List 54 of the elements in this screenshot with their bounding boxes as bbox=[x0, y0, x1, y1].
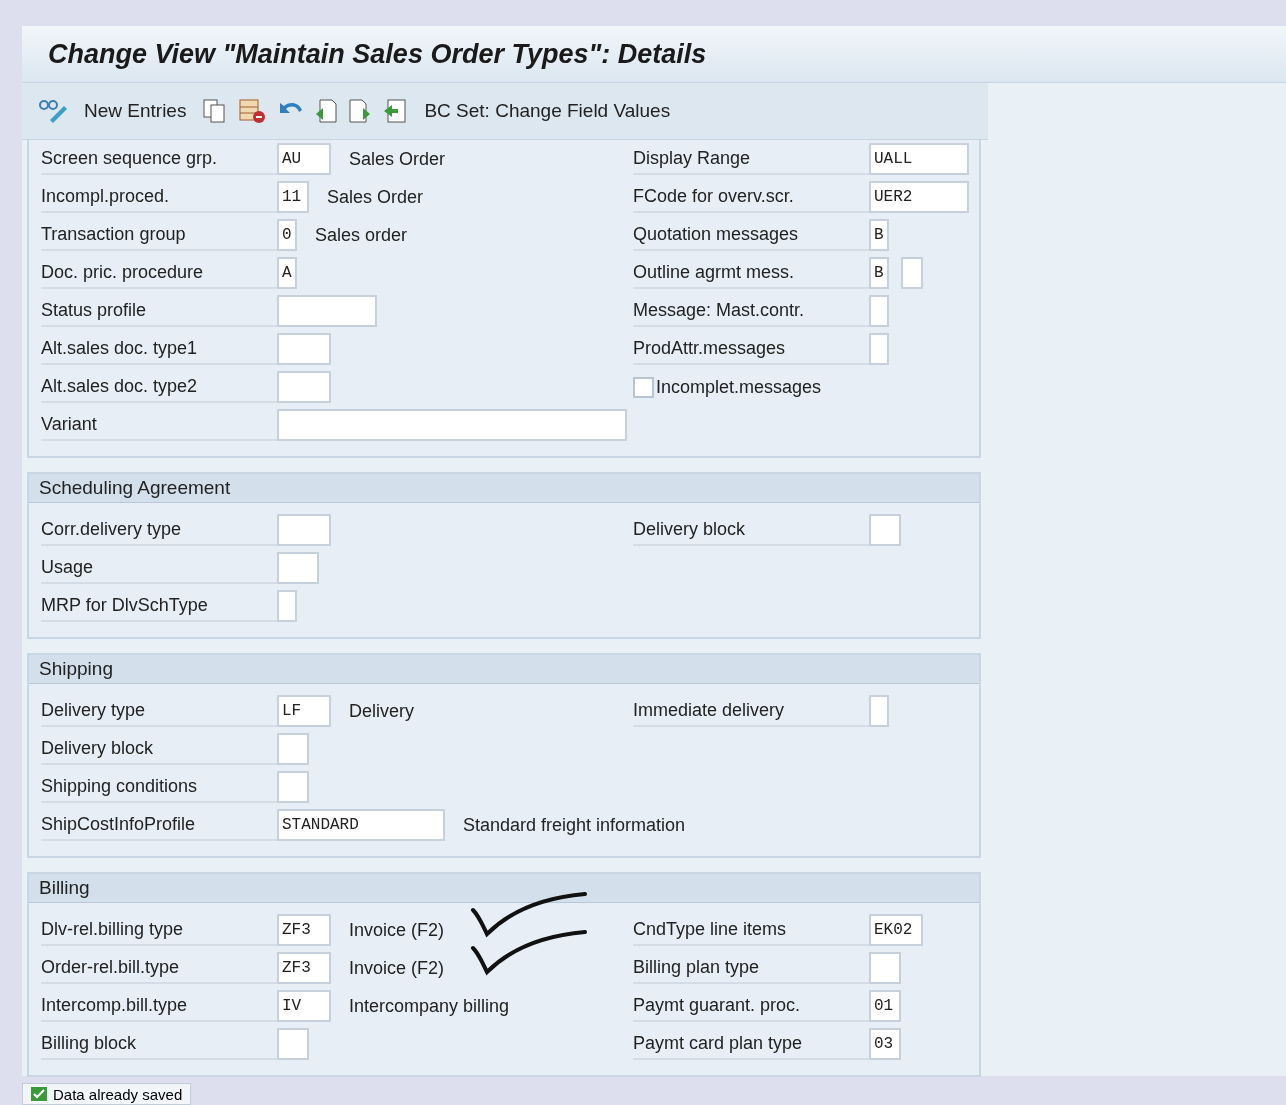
toolbar-button[interactable]: BC Set: Change Field Values bbox=[418, 100, 677, 122]
input-field[interactable]: LF bbox=[277, 695, 331, 727]
input-field[interactable]: UER2 bbox=[869, 181, 969, 213]
input-field[interactable] bbox=[277, 552, 319, 584]
section-header: Billing bbox=[29, 872, 979, 903]
input-field[interactable] bbox=[869, 514, 901, 546]
input-field[interactable] bbox=[869, 333, 889, 365]
delete-rows-icon[interactable] bbox=[238, 98, 267, 124]
input-field[interactable]: IV bbox=[277, 990, 331, 1022]
field-description: Sales order bbox=[315, 224, 408, 246]
input-field[interactable] bbox=[869, 695, 889, 727]
input-field[interactable]: 01 bbox=[869, 990, 901, 1022]
input-field[interactable]: ZF3 bbox=[277, 952, 331, 984]
input-field[interactable]: A bbox=[277, 257, 297, 289]
field-description: Invoice (F2) bbox=[349, 957, 445, 979]
input-field[interactable]: EK02 bbox=[869, 914, 923, 946]
previous-page-icon[interactable] bbox=[314, 98, 339, 124]
input-field[interactable]: 03 bbox=[869, 1028, 901, 1060]
input-field[interactable] bbox=[901, 257, 923, 289]
input-field[interactable] bbox=[277, 295, 377, 327]
input-field[interactable]: UALL bbox=[869, 143, 969, 175]
checkbox-label: Incomplet.messages bbox=[656, 376, 822, 398]
input-field[interactable] bbox=[277, 514, 331, 546]
section-header: Shipping bbox=[29, 653, 979, 684]
toolbar-button[interactable]: New Entries bbox=[78, 100, 193, 122]
input-field[interactable] bbox=[869, 295, 889, 327]
field-description: Sales Order bbox=[349, 148, 446, 170]
input-field[interactable]: B bbox=[869, 219, 889, 251]
field-description: Delivery bbox=[349, 700, 414, 722]
success-icon bbox=[31, 1087, 47, 1101]
input-field[interactable] bbox=[277, 333, 331, 365]
input-field[interactable]: 11 bbox=[277, 181, 309, 213]
input-field[interactable] bbox=[277, 733, 309, 765]
field-description: Intercompany billing bbox=[349, 995, 510, 1017]
input-field[interactable] bbox=[277, 771, 309, 803]
section-header: Scheduling Agreement bbox=[29, 472, 979, 503]
checkbox[interactable] bbox=[633, 376, 654, 398]
input-field[interactable] bbox=[277, 371, 331, 403]
input-field[interactable]: AU bbox=[277, 143, 331, 175]
glasses-icon[interactable] bbox=[38, 98, 68, 124]
status-message: Data already saved bbox=[53, 1085, 183, 1103]
window-title: Change View "Maintain Sales Order Types": Details bbox=[48, 38, 707, 70]
field-description: Sales Order bbox=[327, 186, 424, 208]
input-field[interactable] bbox=[277, 409, 627, 441]
input-field[interactable]: STANDARD bbox=[277, 809, 445, 841]
input-field[interactable] bbox=[277, 1028, 309, 1060]
input-field[interactable]: 0 bbox=[277, 219, 297, 251]
input-field[interactable] bbox=[277, 590, 297, 622]
input-field[interactable] bbox=[869, 952, 901, 984]
field-description: Invoice (F2) bbox=[349, 919, 445, 941]
input-field[interactable]: ZF3 bbox=[277, 914, 331, 946]
export-icon[interactable] bbox=[382, 98, 409, 124]
input-field[interactable]: B bbox=[869, 257, 889, 289]
field-description: Standard freight information bbox=[463, 814, 686, 836]
